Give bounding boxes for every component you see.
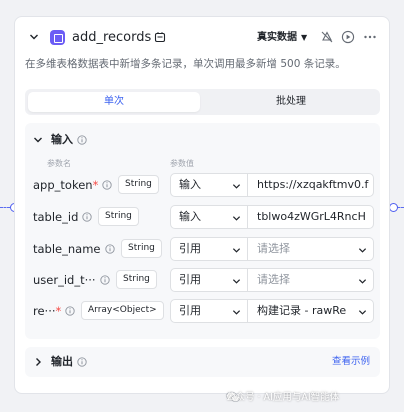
input-section-title: 输入 (51, 133, 87, 147)
param-source-select[interactable]: 输入 (170, 173, 248, 197)
tab-single[interactable]: 单次 (28, 92, 200, 112)
table-node-icon (50, 30, 65, 45)
chevron-down-icon[interactable] (232, 308, 241, 317)
param-type-badge: String (121, 239, 162, 258)
param-source-select[interactable]: 引用 (170, 299, 248, 323)
param-type-badge: String (118, 175, 159, 194)
output-section[interactable]: 输出 查看示例 (25, 347, 380, 377)
param-value-text: https://xzqakftmv0.f (257, 178, 369, 191)
disconnect-icon[interactable] (320, 30, 334, 44)
param-row: table_name String 引用 请选择 (25, 237, 380, 261)
info-icon[interactable] (102, 180, 112, 190)
info-icon[interactable] (77, 357, 87, 367)
param-row: app_token* String 输入 https://xzqakftmv0.f (25, 173, 380, 197)
node-title[interactable]: add_records (72, 30, 151, 46)
required-mark: * (55, 304, 62, 318)
param-name: app_token* (33, 178, 98, 192)
chevron-right-icon[interactable] (33, 357, 43, 367)
view-example-link[interactable]: 查看示例 (332, 355, 370, 369)
param-row: user_id_t··· String 引用 请选择 (25, 268, 380, 292)
param-name-text: table_name (33, 242, 101, 256)
output-port[interactable] (389, 203, 398, 212)
param-source-label: 输入 (179, 210, 201, 223)
param-name: re···* (33, 304, 61, 318)
info-icon[interactable] (100, 275, 110, 285)
param-name-text: user_id_t··· (33, 273, 96, 287)
chevron-down-icon[interactable] (358, 246, 367, 255)
param-source-select[interactable]: 引用 (170, 268, 248, 292)
param-value-field[interactable]: tblwo4zWGrL4RncH (247, 205, 374, 229)
chevron-down-icon[interactable] (358, 308, 367, 317)
param-name: table_id (33, 210, 78, 224)
watermark-text: 公众号 · AI应用与AI智能体 (226, 392, 340, 403)
param-name-text: table_id (33, 210, 79, 224)
param-source-label: 输入 (179, 178, 201, 191)
param-name-text: app_token (33, 178, 93, 192)
data-mode-select[interactable]: 真实数据 (257, 31, 297, 45)
collapse-chevron-icon[interactable] (29, 32, 39, 42)
param-row: table_id String 输入 tblwo4zWGrL4RncH (25, 205, 380, 229)
param-value-field[interactable]: 构建记录 - rawRe (247, 299, 374, 323)
param-value-field[interactable]: https://xzqakftmv0.f (247, 173, 374, 197)
chevron-down-icon[interactable] (232, 277, 241, 286)
chevron-down-icon[interactable] (33, 135, 43, 145)
param-type-badge: String (116, 270, 157, 289)
input-section: 输入 参数名 参数值 app_token* String 输入 https://xzq… (25, 123, 380, 339)
info-icon[interactable] (105, 244, 115, 254)
info-icon[interactable] (77, 135, 87, 145)
param-value-text: 构建记录 - rawRe (257, 304, 347, 317)
param-source-label: 引用 (179, 242, 201, 255)
node-card: add_records 真实数据 ▼ 在多维表格数据表中新增多条记录，单次调用最… (14, 16, 390, 394)
param-value-text: tblwo4zWGrL4RncH (257, 210, 366, 223)
chevron-down-icon[interactable] (358, 277, 367, 286)
info-icon[interactable] (65, 306, 75, 316)
param-value-select[interactable]: 请选择 (247, 268, 374, 292)
param-source-select[interactable]: 引用 (170, 237, 248, 261)
run-mode-tabs: 单次 批处理 (25, 89, 380, 115)
param-name: table_name (33, 242, 101, 256)
input-title-text: 输入 (51, 133, 73, 146)
run-icon[interactable] (341, 30, 355, 44)
param-type-badge: String (98, 207, 139, 226)
param-source-label: 引用 (179, 273, 201, 286)
chevron-down-icon[interactable] (232, 182, 241, 191)
more-icon[interactable] (363, 30, 377, 44)
info-icon[interactable] (82, 212, 92, 222)
param-row: re···* Array<Object> 引用 构建记录 - rawRe (25, 299, 380, 323)
required-mark: * (92, 178, 99, 192)
param-name-text: re··· (33, 304, 56, 318)
param-type-badge: Array<Object> (81, 301, 164, 320)
param-name: user_id_t··· (33, 273, 96, 287)
input-connector-line (0, 207, 10, 208)
param-value-text: 请选择 (257, 242, 290, 255)
param-value-select[interactable]: 请选择 (247, 237, 374, 261)
tool-badge-icon (154, 32, 166, 43)
chevron-down-icon[interactable] (232, 214, 241, 223)
column-header-value: 参数值 (170, 159, 194, 168)
node-description: 在多维表格数据表中新增多条记录，单次调用最多新增 500 条记录。 (25, 58, 346, 70)
tab-batch[interactable]: 批处理 (205, 92, 377, 112)
node-header: add_records 真实数据 ▼ (15, 27, 389, 51)
param-source-select[interactable]: 输入 (170, 205, 248, 229)
output-title-text: 输出 (51, 355, 73, 368)
output-section-title: 输出 (51, 355, 87, 369)
column-header-name: 参数名 (47, 159, 71, 168)
chevron-down-icon[interactable] (232, 246, 241, 255)
param-value-text: 请选择 (257, 273, 290, 286)
param-source-label: 引用 (179, 304, 201, 317)
caret-down-icon[interactable]: ▼ (301, 33, 307, 42)
